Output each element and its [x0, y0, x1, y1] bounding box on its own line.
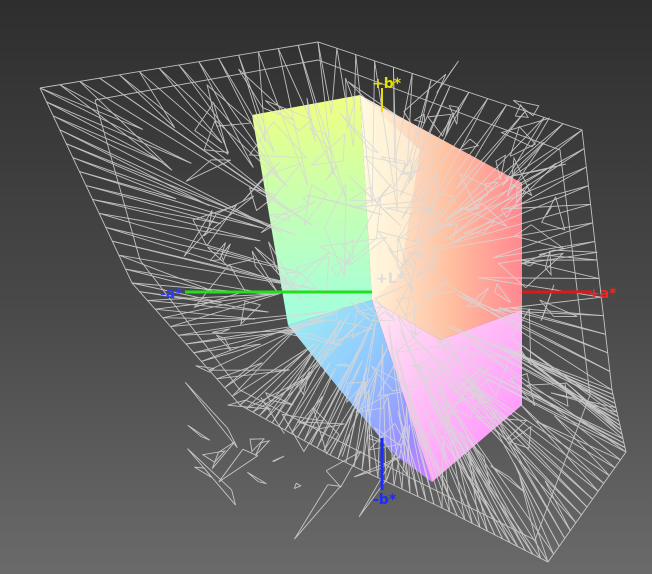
axis-label-plus-l: +L*: [376, 271, 405, 287]
axis-label-minus-b: -b*: [373, 492, 397, 508]
gamut-3d-view: +b* -b* +a* -a* +L*: [39, 41, 627, 563]
axis-label-plus-a: +a*: [588, 286, 617, 302]
axis-label-plus-b: +b*: [372, 76, 402, 92]
axis-label-minus-a: -a*: [160, 286, 183, 302]
